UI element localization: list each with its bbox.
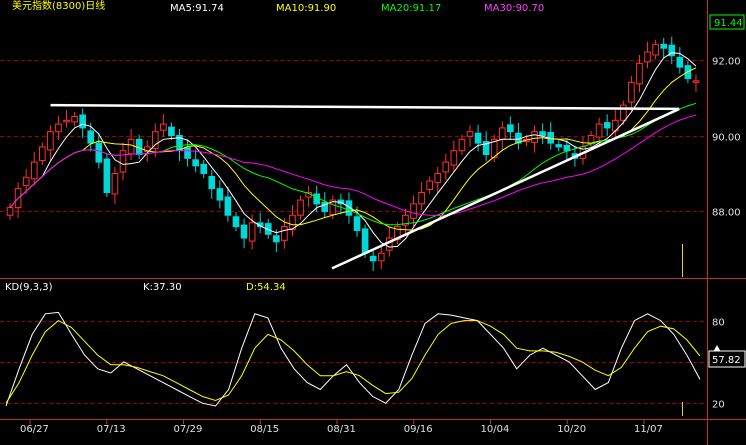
candle-body	[87, 130, 95, 144]
candle-body	[208, 176, 216, 190]
candle-body	[426, 180, 433, 190]
candle-body	[111, 172, 119, 195]
candle-body	[95, 142, 103, 163]
candle-body	[168, 126, 175, 137]
candle-body	[531, 131, 538, 143]
date-label: 07/13	[97, 424, 126, 435]
candle-body	[507, 124, 514, 133]
candle-body	[555, 144, 563, 148]
candle-body	[595, 123, 603, 138]
date-label: 08/15	[250, 424, 279, 435]
candle-body	[692, 80, 700, 83]
candle-body	[628, 81, 635, 103]
date-label: 10/04	[481, 424, 510, 435]
candle-body	[660, 43, 668, 49]
candle-body	[55, 123, 62, 133]
candle-body	[248, 222, 256, 242]
candle-body	[297, 199, 304, 216]
current-price-value: 91.44	[714, 18, 743, 29]
candle-body	[79, 114, 86, 129]
candle-body	[30, 161, 38, 180]
ma20-readout: MA20:91.17	[381, 3, 441, 14]
candle-body	[160, 123, 167, 131]
candle-body	[450, 150, 458, 166]
candle-body	[200, 163, 208, 174]
candle-body	[192, 159, 199, 167]
ma10-readout: MA10:91.90	[276, 3, 336, 14]
candle-body	[434, 172, 442, 184]
candle-body	[47, 131, 54, 151]
candle-body	[636, 62, 643, 85]
date-label: 06/27	[20, 424, 49, 435]
candle-body	[151, 131, 159, 149]
candle-body	[410, 203, 417, 219]
candle-body	[676, 56, 684, 68]
candle-body	[418, 191, 425, 205]
candle-body	[498, 127, 506, 140]
candle-body	[644, 51, 651, 63]
candle-body	[103, 158, 111, 193]
candle-body	[281, 226, 288, 241]
price-tick-label: 92.00	[712, 57, 741, 68]
candle-body	[361, 228, 369, 254]
chart-title: 美元指数(8300)日线	[12, 0, 105, 12]
kd-label: KD(9,3,3)	[5, 282, 53, 293]
candle-body	[232, 216, 240, 228]
date-label: 08/31	[327, 424, 356, 435]
k-readout: K:37.30	[143, 282, 182, 293]
candle-body	[442, 161, 450, 173]
candle-body	[224, 196, 232, 216]
candle-body	[127, 138, 135, 155]
candle-body	[71, 116, 78, 123]
kd-tick-label: 20	[712, 400, 725, 411]
candle-body	[63, 119, 70, 123]
candle-body	[313, 193, 321, 205]
candle-body	[22, 176, 30, 187]
candle-body	[652, 43, 659, 56]
candle-body	[353, 216, 361, 231]
candle-body	[369, 255, 377, 262]
candle-body	[377, 252, 385, 262]
ma30-readout: MA30:90.70	[484, 3, 544, 14]
candle-body	[273, 235, 280, 243]
date-label: 07/29	[174, 424, 203, 435]
candle-body	[6, 207, 14, 216]
kd-cursor-value: 57.82	[712, 355, 741, 366]
candle-body	[38, 146, 46, 162]
candle-body	[466, 131, 474, 137]
candle-body	[216, 188, 224, 201]
candle-body	[119, 150, 127, 173]
candle-body	[458, 138, 466, 152]
price-tick-label: 88.00	[712, 208, 741, 219]
date-label: 10/20	[557, 424, 586, 435]
candle-body	[539, 131, 546, 137]
candle-body	[184, 147, 191, 159]
candle-body	[240, 224, 248, 239]
price-tick-label: 90.00	[712, 133, 741, 144]
d-readout: D:54.34	[246, 282, 286, 293]
date-label: 09/16	[404, 424, 433, 435]
candle-body	[603, 122, 611, 129]
ma5-readout: MA5:91.74	[170, 3, 224, 14]
candle-body	[563, 144, 571, 152]
stock-chart: 92.00 90.00 88.00 80 20 06/27 07/13 07/29 08/15…	[0, 0, 746, 445]
date-label: 11/07	[634, 424, 663, 435]
candle-body	[474, 132, 482, 144]
kd-tick-label: 80	[712, 318, 725, 329]
